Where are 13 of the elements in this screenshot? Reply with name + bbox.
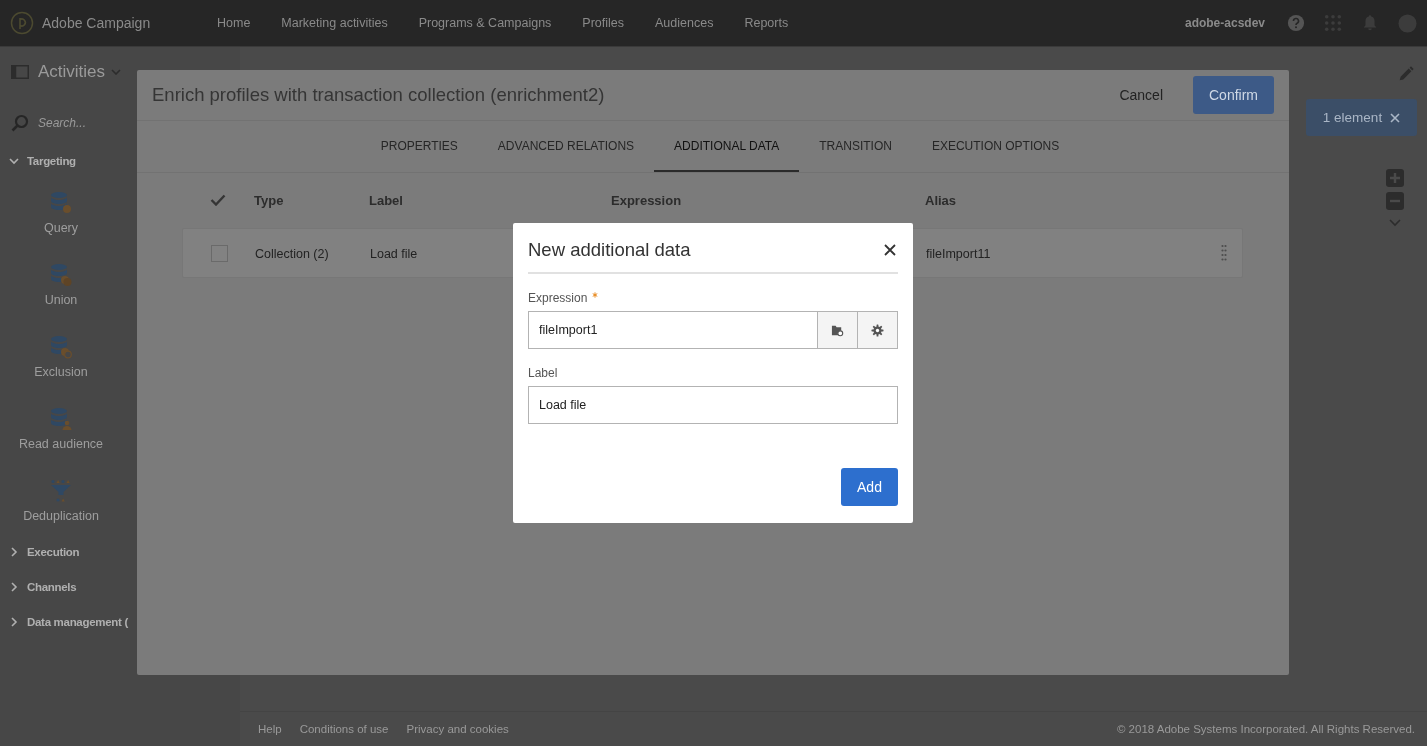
table-cell: Load file [370,247,418,261]
column-header: Expression [611,193,682,208]
app-name: Adobe Campaign [42,15,151,31]
table-cell: fileImport11 [926,247,991,261]
dialog-title: Enrich profiles with transaction collection (enrichment2) [152,84,605,106]
column-header: Label [369,193,403,208]
modal-title: New additional data [528,238,691,261]
field-label: Label [528,366,558,380]
field-label: Expression [528,291,588,305]
table-cell: Collection (2) [255,247,329,261]
copyright-text: © 2018 Adobe Systems Incorporated. All Rights Reserved. [1116,723,1415,735]
column-header: Type [254,193,284,208]
column-header: Alias [925,193,957,208]
